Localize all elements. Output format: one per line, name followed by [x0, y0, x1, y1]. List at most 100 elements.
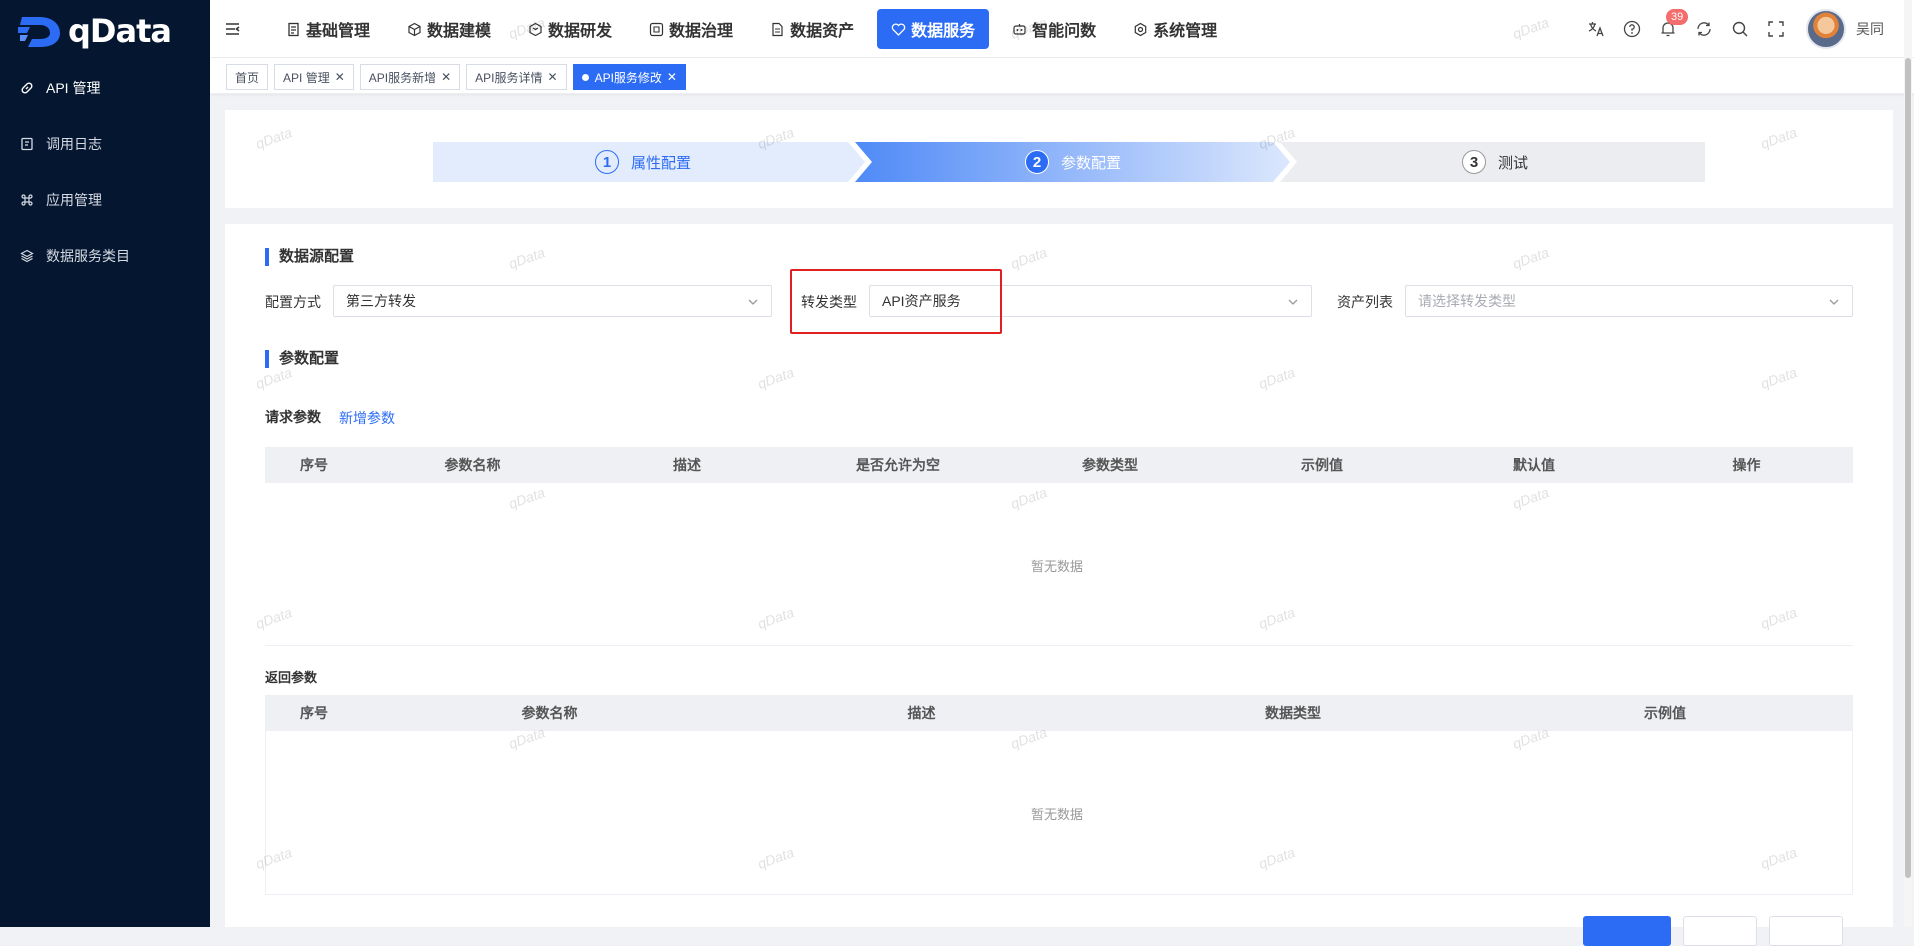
search-icon[interactable]: [1730, 19, 1750, 39]
tag-api-service-edit[interactable]: API服务修改 ✕: [572, 64, 686, 90]
tag-label: API服务详情: [475, 70, 543, 85]
tag-api-management[interactable]: API 管理 ✕: [274, 64, 354, 90]
heart-icon: [891, 22, 906, 37]
step-3[interactable]: 3 测试: [1285, 142, 1705, 182]
cancel-button[interactable]: [1769, 916, 1843, 946]
nav-data-assets[interactable]: 数据资产: [756, 9, 868, 49]
sidebar-item-service-category[interactable]: 数据服务类目: [0, 228, 210, 284]
nav-label: 系统管理: [1153, 23, 1218, 40]
cube-icon: [407, 22, 422, 37]
log-icon: [20, 137, 34, 151]
secondary-button[interactable]: [1683, 916, 1757, 946]
column-header: 示例值: [1301, 457, 1343, 473]
column-header: 参数类型: [1082, 457, 1138, 473]
scrollbar-thumb[interactable]: [1905, 58, 1911, 878]
step-number: 2: [1024, 150, 1049, 174]
close-icon[interactable]: ✕: [441, 70, 451, 84]
translate-icon[interactable]: [1586, 19, 1606, 39]
forward-type-value: API资产服务: [882, 293, 961, 309]
tag-label: API服务修改: [594, 70, 662, 85]
nav-basic-management[interactable]: 基础管理: [272, 9, 384, 49]
config-mode-value: 第三方转发: [346, 293, 416, 309]
asset-list-select[interactable]: 请选择转发类型: [1405, 285, 1853, 317]
header-actions: 39 吴同: [1570, 0, 1884, 58]
column-header: 描述: [673, 457, 701, 473]
close-icon[interactable]: ✕: [548, 70, 558, 84]
avatar[interactable]: [1806, 9, 1846, 49]
column-header: 默认值: [1513, 457, 1555, 473]
nav-system-management[interactable]: 系统管理: [1119, 9, 1231, 49]
steps: 1 属性配置 2 参数配置 3 测试: [433, 142, 1705, 182]
chevron-down-icon: [748, 299, 758, 305]
tag-label: API 管理: [283, 70, 330, 85]
sidebar-item-label: 数据服务类目: [46, 248, 130, 264]
help-icon[interactable]: [1622, 19, 1642, 39]
nav-label: 数据资产: [790, 23, 855, 40]
nav-data-governance[interactable]: 数据治理: [635, 9, 747, 49]
column-header: 示例值: [1644, 705, 1686, 721]
fullscreen-icon[interactable]: [1766, 19, 1786, 39]
datasource-section-title: 数据源配置: [265, 248, 354, 266]
step-1[interactable]: 1 属性配置: [433, 142, 853, 182]
robot-icon: [1012, 22, 1027, 37]
document-icon: [286, 22, 301, 37]
tags-view: 首页 API 管理 ✕ API服务新增 ✕ API服务详情 ✕ API服务修改 ✕: [210, 58, 1914, 94]
primary-button[interactable]: [1583, 916, 1671, 946]
username[interactable]: 吴同: [1856, 19, 1884, 39]
bell-icon[interactable]: 39: [1658, 9, 1689, 39]
column-header: 操作: [1732, 457, 1761, 473]
sidebar-item-label: API 管理: [46, 80, 101, 96]
gear-icon: [1133, 22, 1148, 37]
request-table-header: 序号 参数名称 描述 是否允许为空 参数类型 示例值 默认值 操作: [265, 447, 1853, 483]
nav-label: 数据建模: [427, 23, 492, 40]
notification-badge: 39: [1666, 9, 1689, 25]
response-empty-text: 暂无数据: [1031, 807, 1084, 822]
menu-fold-icon[interactable]: [224, 20, 242, 38]
sidebar-item-label: 调用日志: [46, 136, 102, 152]
qdata-logo-icon: [18, 17, 60, 47]
forward-type-select[interactable]: API资产服务: [869, 285, 1312, 317]
column-header: 序号: [300, 705, 328, 721]
chevron-down-icon: [1829, 299, 1839, 305]
close-icon[interactable]: ✕: [667, 70, 677, 84]
nav-smart-query[interactable]: 智能问数: [998, 9, 1110, 49]
column-header: 描述: [907, 705, 936, 721]
tag-api-service-detail[interactable]: API服务详情 ✕: [466, 64, 567, 90]
config-mode-select[interactable]: 第三方转发: [333, 285, 772, 317]
nav-data-modeling[interactable]: 数据建模: [393, 9, 505, 49]
shield-grid-icon: [649, 22, 664, 37]
link-icon: [20, 81, 34, 95]
logo[interactable]: qData: [18, 10, 172, 52]
nav-label: 智能问数: [1032, 23, 1097, 40]
layers-icon: [20, 249, 34, 263]
forward-type-label: 转发类型: [801, 294, 857, 310]
step-label: 测试: [1497, 154, 1528, 172]
page-scrollbar[interactable]: [1904, 0, 1912, 927]
tag-api-service-add[interactable]: API服务新增 ✕: [359, 64, 461, 90]
chevron-down-icon: [1288, 299, 1298, 305]
column-header: 序号: [300, 457, 328, 473]
top-nav: 基础管理 数据建模 数据研发 数据治理 数据资产 数据服务 智能问数 系统管理: [272, 9, 1240, 49]
command-icon: [20, 193, 34, 207]
sidebar-item-api-management[interactable]: API 管理: [0, 60, 210, 116]
params-section-title: 参数配置: [265, 350, 339, 368]
step-label: 参数配置: [1060, 154, 1121, 172]
nav-data-development[interactable]: 数据研发: [514, 9, 626, 49]
step-2[interactable]: 2 参数配置: [863, 142, 1283, 182]
asset-list-label: 资产列表: [1337, 294, 1393, 310]
response-params-label: 返回参数: [265, 670, 318, 685]
refresh-icon[interactable]: [1694, 19, 1714, 39]
sidebar-item-call-log[interactable]: 调用日志: [0, 116, 210, 172]
sidebar: qData API 管理 调用日志 应用管理 数据服务类目: [0, 0, 210, 927]
add-param-link[interactable]: 新增参数: [339, 408, 395, 428]
active-dot-icon: [581, 73, 589, 81]
nav-data-service[interactable]: 数据服务: [877, 9, 990, 49]
steps-card: 1 属性配置 2 参数配置 3 测试: [225, 110, 1893, 208]
column-header: 是否允许为空: [856, 457, 940, 473]
sidebar-item-app-management[interactable]: 应用管理: [0, 172, 210, 228]
divider: [265, 645, 1853, 646]
tag-home[interactable]: 首页: [226, 64, 269, 90]
nav-label: 基础管理: [306, 23, 371, 40]
close-icon[interactable]: ✕: [335, 70, 345, 84]
tag-label: API服务新增: [368, 70, 437, 85]
